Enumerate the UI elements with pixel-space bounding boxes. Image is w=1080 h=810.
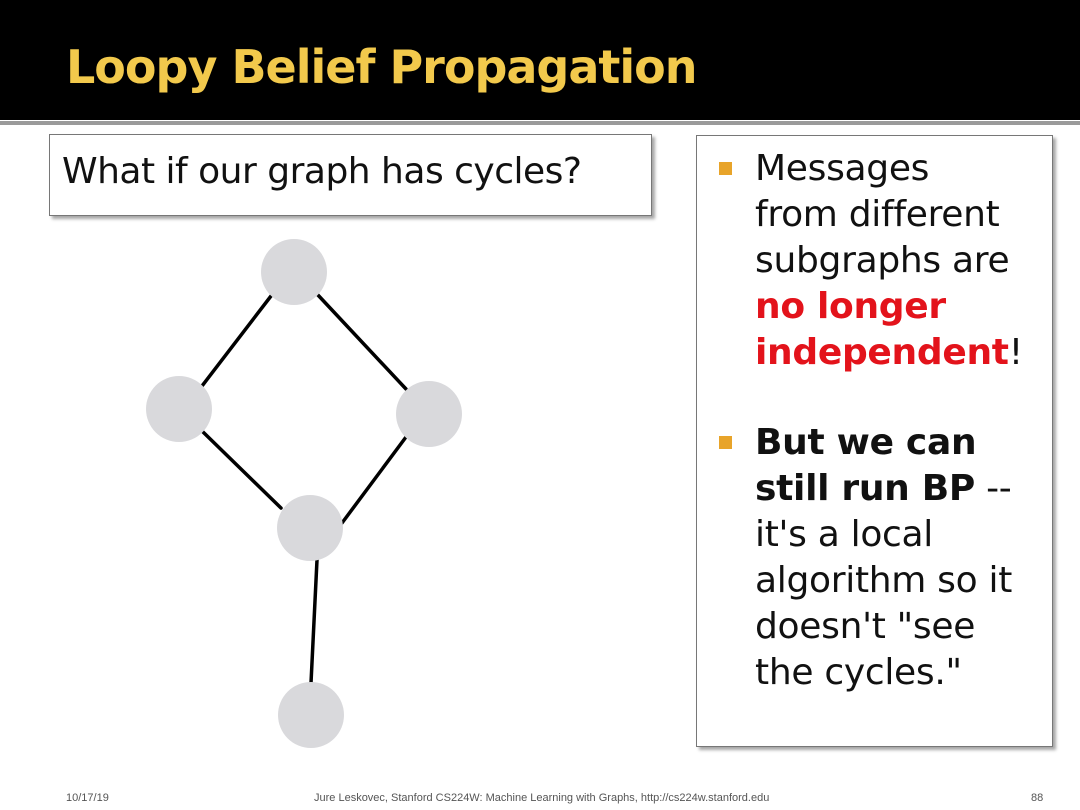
footer-date: 10/17/19 [66, 792, 109, 804]
bullet-square-icon [719, 162, 732, 175]
bullet-square-icon [719, 436, 732, 449]
bullet-text: from different [755, 194, 1000, 235]
bullet-text: ! [1008, 332, 1023, 373]
edge-top-left [200, 294, 273, 388]
bullet-text: doesn't "see [755, 606, 976, 647]
emphasis-text: independent [755, 332, 1009, 373]
edge-bottom-tail [309, 558, 319, 685]
emphasis-text: no longer [755, 286, 946, 327]
node-bottom [278, 682, 344, 748]
node-right [396, 381, 462, 447]
node-left [146, 376, 212, 442]
node-middle [277, 495, 343, 561]
page-number: 88 [1031, 792, 1044, 804]
bullet-text: algorithm so it [755, 560, 1013, 601]
bullet-text: Messages [755, 148, 930, 189]
bold-text: still run BP [755, 468, 975, 509]
bullet-still-run-bp: But we can still run BP -- it's a local … [719, 420, 1051, 696]
bullet-messages: Messages from different subgraphs are no… [719, 146, 1051, 376]
node-top [261, 239, 327, 305]
bold-text: But we can [755, 422, 977, 463]
edge-left-bottom [200, 429, 283, 510]
footer-credit: Jure Leskovec, Stanford CS224W: Machine … [314, 792, 770, 804]
bullet-text: the cycles." [755, 652, 962, 693]
edge-right-bottom [340, 435, 408, 525]
bullet-box: Messages from different subgraphs are no… [696, 135, 1053, 747]
bullet-text: subgraphs are [755, 240, 1010, 281]
bullet-text: it's a local [755, 514, 933, 555]
edge-top-right [315, 292, 408, 391]
bullet-text: -- [974, 468, 1012, 509]
